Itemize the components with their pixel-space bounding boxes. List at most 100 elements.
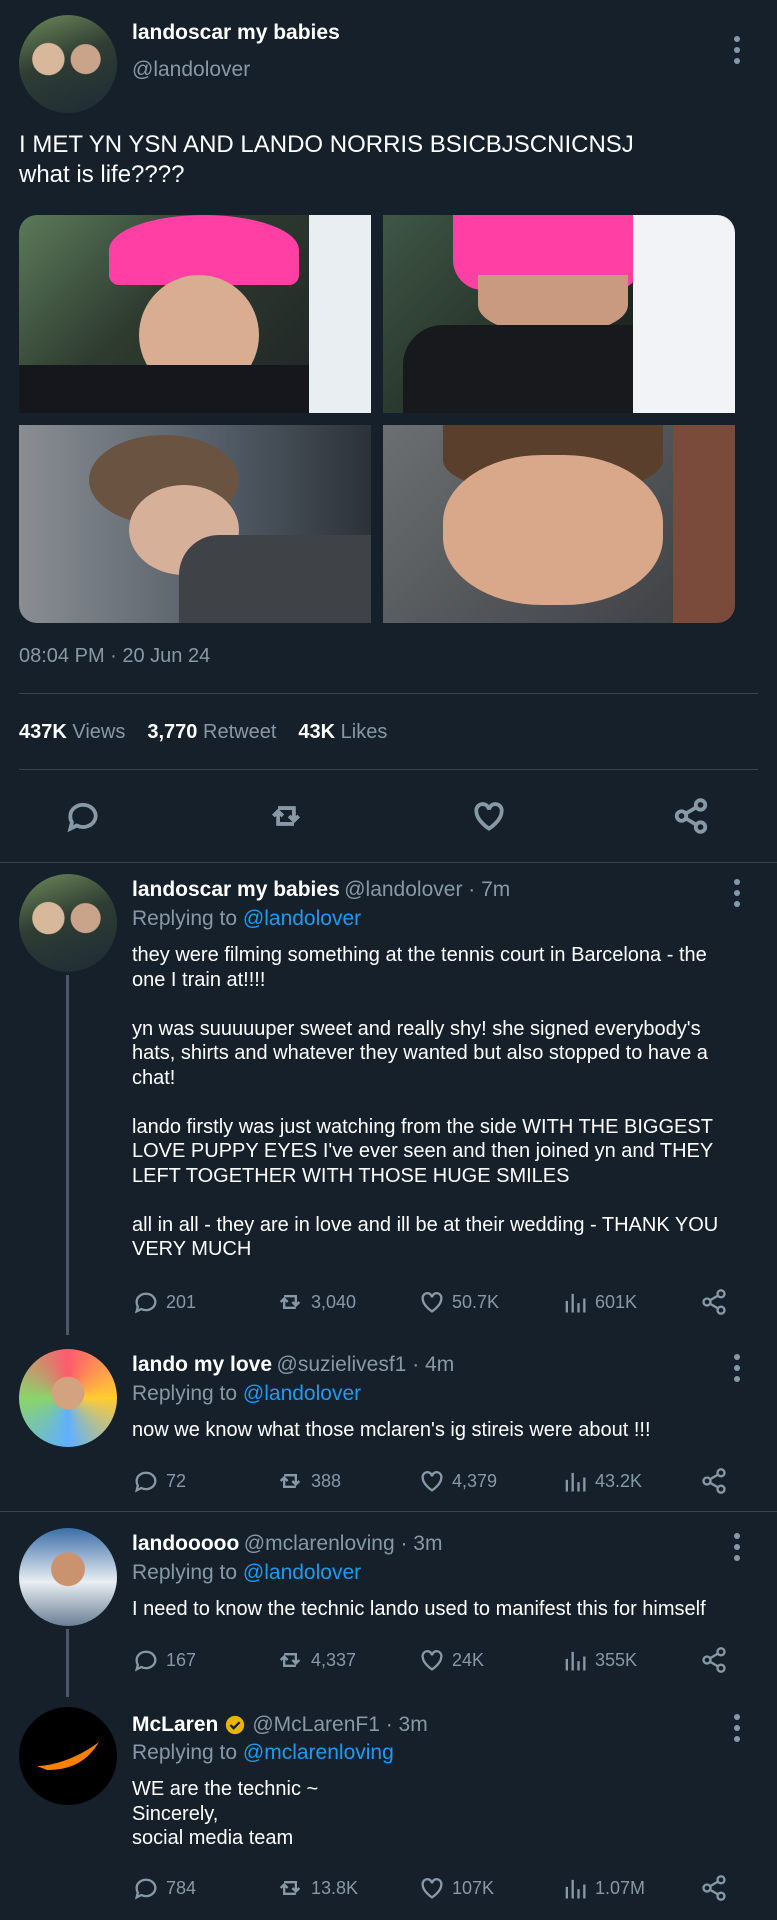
reply-header: landoscar my babies @landolover · 7m	[132, 878, 510, 902]
replying-to-link[interactable]: @landolover	[243, 1561, 361, 1584]
likes-label: Likes	[340, 721, 388, 743]
reply-count[interactable]: 784	[132, 1874, 196, 1902]
photo-2[interactable]	[383, 215, 735, 413]
more-icon[interactable]	[733, 36, 741, 64]
like-count[interactable]: 24K	[418, 1646, 484, 1674]
like-icon[interactable]	[470, 797, 508, 840]
divider	[19, 769, 758, 770]
share-icon	[702, 1468, 726, 1494]
reply-text: they were filming something at the tenni…	[132, 944, 719, 1260]
reply-icon	[134, 1292, 157, 1314]
retweet-icon	[279, 1881, 301, 1895]
retweet-count-value: 388	[311, 1470, 342, 1491]
more-icon[interactable]	[733, 879, 741, 907]
main-author-handle[interactable]: @landolover	[132, 58, 250, 82]
reply-avatar[interactable]	[19, 874, 117, 972]
likes-stat[interactable]: 43K Likes	[298, 721, 387, 744]
like-count[interactable]: 50.7K	[418, 1288, 499, 1316]
views-count[interactable]: 601K	[561, 1288, 637, 1316]
retweet-count-value: 3,040	[311, 1291, 357, 1312]
retweet-count[interactable]: 3,040	[275, 1288, 356, 1316]
like-count-value: 4,379	[452, 1470, 498, 1491]
more-icon[interactable]	[733, 1714, 741, 1742]
main-author-name[interactable]: landoscar my babies	[132, 21, 340, 45]
reply-author-name[interactable]: landooooo	[132, 1532, 239, 1555]
reply-avatar[interactable]	[19, 1349, 117, 1447]
retweets-stat[interactable]: 3,770 Retweet	[147, 721, 276, 744]
photo-1[interactable]	[19, 215, 371, 413]
views-label: Views	[72, 721, 126, 743]
retweet-count-value: 4,337	[311, 1649, 357, 1670]
views-count[interactable]: 355K	[561, 1646, 637, 1674]
reply-text: WE are the technic ~ Sincerely, social m…	[132, 1778, 319, 1849]
replying-to-prefix: Replying to	[132, 1382, 243, 1405]
reply-author-handle[interactable]: @landolover · 7m	[344, 878, 510, 901]
like-icon	[421, 1878, 443, 1899]
views-value: 437K	[19, 721, 67, 743]
photo-3[interactable]	[19, 425, 371, 623]
replying-to-link[interactable]: @landolover	[243, 1382, 361, 1405]
like-count[interactable]: 4,379	[418, 1467, 497, 1495]
share-button[interactable]	[700, 1646, 728, 1674]
retweet-count[interactable]: 388	[275, 1467, 341, 1495]
like-count[interactable]: 107K	[418, 1874, 494, 1902]
reply-icon	[134, 1471, 157, 1493]
reply-text: now we know what those mclaren's ig stir…	[132, 1419, 651, 1441]
retweet-icon	[279, 1653, 301, 1667]
replying-to: Replying to @landolover	[132, 1561, 361, 1585]
replying-to-link[interactable]: @mclarenloving	[243, 1741, 394, 1764]
likes-value: 43K	[298, 721, 336, 743]
views-icon	[565, 1293, 586, 1313]
share-icon[interactable]	[672, 797, 710, 840]
reply-icon	[134, 1650, 157, 1672]
reply-author-name[interactable]: landoscar my babies	[132, 878, 340, 901]
reply-count-value: 72	[166, 1470, 187, 1491]
main-author-avatar[interactable]	[19, 15, 117, 113]
retweet-icon	[279, 1295, 301, 1309]
reply-author-handle[interactable]: @McLarenF1 · 3m	[252, 1713, 427, 1737]
divider	[0, 1511, 777, 1512]
share-icon	[702, 1289, 726, 1315]
mclaren-logo	[37, 1742, 99, 1770]
reply-count-value: 167	[166, 1649, 197, 1670]
reply-author-handle[interactable]: @suzielivesf1 · 4m	[277, 1353, 455, 1376]
share-icon	[702, 1647, 726, 1673]
reply-count-value: 201	[166, 1291, 197, 1312]
divider	[19, 693, 758, 694]
views-stat[interactable]: 437K Views	[19, 721, 125, 744]
views-count[interactable]: 43.2K	[561, 1467, 642, 1495]
views-count[interactable]: 1.07M	[561, 1874, 645, 1902]
views-icon	[565, 1651, 586, 1671]
reply-avatar[interactable]	[19, 1528, 117, 1626]
retweet-count[interactable]: 4,337	[275, 1646, 356, 1674]
views-icon	[565, 1472, 586, 1492]
share-button[interactable]	[700, 1288, 728, 1316]
more-icon[interactable]	[733, 1533, 741, 1561]
reply-count[interactable]: 201	[132, 1288, 196, 1316]
views-count-value: 1.07M	[595, 1877, 646, 1898]
replying-to: Replying to @mclarenloving	[132, 1741, 394, 1765]
replying-to-link[interactable]: @landolover	[243, 907, 361, 930]
reply-count-value: 784	[166, 1877, 197, 1898]
retweet-icon	[279, 1474, 301, 1488]
retweets-value: 3,770	[147, 721, 198, 743]
retweet-icon[interactable]	[266, 797, 306, 840]
views-count-value: 601K	[595, 1291, 638, 1312]
reply-avatar[interactable]	[19, 1707, 117, 1805]
reply-author-name[interactable]: McLaren	[132, 1713, 218, 1737]
reply-author-handle[interactable]: @mclarenloving · 3m	[244, 1532, 443, 1555]
more-icon[interactable]	[733, 1354, 741, 1382]
reply-author-name[interactable]: lando my love	[132, 1353, 272, 1376]
reply-text: I need to know the technic lando used to…	[132, 1598, 706, 1620]
share-button[interactable]	[700, 1874, 728, 1902]
thread-line	[66, 975, 69, 1335]
reply-count[interactable]: 72	[132, 1467, 186, 1495]
replying-to-prefix: Replying to	[132, 1561, 243, 1584]
replying-to: Replying to @landolover	[132, 907, 361, 931]
views-icon	[565, 1879, 586, 1899]
retweet-count[interactable]: 13.8K	[275, 1874, 358, 1902]
reply-count[interactable]: 167	[132, 1646, 196, 1674]
photo-4[interactable]	[383, 425, 735, 623]
reply-icon[interactable]	[64, 797, 102, 840]
share-button[interactable]	[700, 1467, 728, 1495]
